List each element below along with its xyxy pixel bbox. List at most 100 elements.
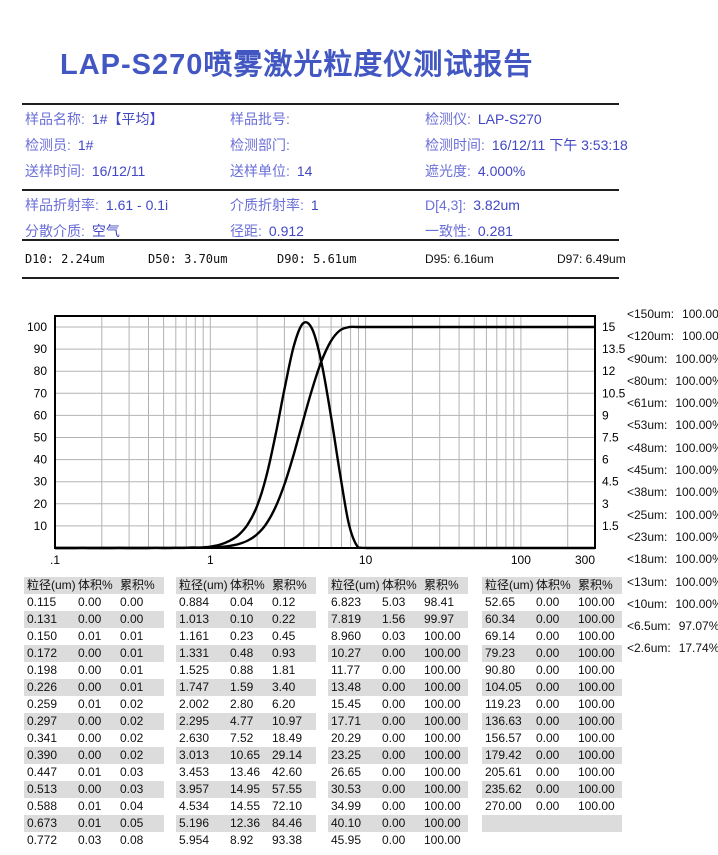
table-cell: 79.23 <box>482 645 536 662</box>
table-cell: 0.02 <box>120 747 164 764</box>
table-cell: 205.61 <box>482 764 536 781</box>
table-cell: 0.00 <box>536 662 578 679</box>
percentile-value: 100.00% <box>675 530 718 544</box>
table-row <box>482 815 622 832</box>
table-row: 52.650.00100.00 <box>482 594 622 611</box>
table-cell: 100.00 <box>578 679 622 696</box>
table-cell: 100.00 <box>578 781 622 798</box>
table-cell: 235.62 <box>482 781 536 798</box>
table-row: 2.0022.806.20 <box>176 696 316 713</box>
right-axis-tick: 9 <box>602 408 609 422</box>
left-axis-tick: 40 <box>34 453 48 467</box>
table-cell: 0.03 <box>120 764 164 781</box>
table-cell: 14.55 <box>230 798 272 815</box>
table-row: 3.01310.6529.14 <box>176 747 316 764</box>
right-axis-tick: 12 <box>602 364 616 378</box>
table-cell: 100.00 <box>578 696 622 713</box>
table-cell: 0.00 <box>120 611 164 628</box>
table-cell: 13.46 <box>230 764 272 781</box>
table-group: 粒径(um)体积%累积%0.8840.040.121.0130.100.221.… <box>176 577 316 849</box>
table-cell <box>536 832 578 849</box>
percentile-value: 100.00% <box>675 597 718 611</box>
table-cell: 72.10 <box>272 798 316 815</box>
table-cell: 0.390 <box>24 747 78 764</box>
table-cell: 0.150 <box>24 628 78 645</box>
percentile-item: <120um:100.00% <box>627 325 718 347</box>
table-cell: 0.01 <box>78 628 120 645</box>
right-axis-tick: 6 <box>602 453 609 467</box>
right-axis-tick: 15 <box>602 320 616 334</box>
table-cell: 26.65 <box>328 764 382 781</box>
table-cell: 0.01 <box>78 798 120 815</box>
table-row: 0.5130.000.03 <box>24 781 164 798</box>
percentile-value: 100.00% <box>682 329 718 343</box>
table-cell: 100.00 <box>424 696 468 713</box>
x-axis-tick: 10 <box>359 553 373 567</box>
table-cell: 7.819 <box>328 611 382 628</box>
table-header-cell: 体积% <box>78 577 120 594</box>
table-row: 1.1610.230.45 <box>176 628 316 645</box>
table-cell: 40.10 <box>328 815 382 832</box>
table-header-row: 粒径(um)体积%累积% <box>176 577 316 594</box>
table-row: 20.290.00100.00 <box>328 730 468 747</box>
table-cell: 0.00 <box>78 662 120 679</box>
table-cell: 0.45 <box>272 628 316 645</box>
table-cell: 0.01 <box>78 696 120 713</box>
table-cell: 4.534 <box>176 798 230 815</box>
percentile-item: <80um:100.00% <box>627 370 718 392</box>
table-cell: 100.00 <box>578 713 622 730</box>
table-cell: 156.57 <box>482 730 536 747</box>
table-cell: 100.00 <box>424 730 468 747</box>
table-cell: 100.00 <box>424 645 468 662</box>
percentile-label: <45um: <box>627 463 667 477</box>
percentile-value: 100.00% <box>675 441 718 455</box>
particle-size-distribution-chart: 1020304050607080901001.534.567.5910.5121… <box>0 0 718 572</box>
table-row: 1.0130.100.22 <box>176 611 316 628</box>
table-cell: 0.00 <box>536 594 578 611</box>
table-cell: 0.01 <box>120 662 164 679</box>
table-cell: 18.49 <box>272 730 316 747</box>
table-cell: 0.588 <box>24 798 78 815</box>
x-axis-tick: .1 <box>50 553 60 567</box>
percentile-label: <48um: <box>627 441 667 455</box>
table-cell: 5.03 <box>382 594 424 611</box>
table-cell: 136.63 <box>482 713 536 730</box>
table-row: 0.2260.000.01 <box>24 679 164 696</box>
table-cell: 100.00 <box>578 594 622 611</box>
table-row: 90.800.00100.00 <box>482 662 622 679</box>
table-cell: 0.259 <box>24 696 78 713</box>
table-row: 26.650.00100.00 <box>328 764 468 781</box>
table-cell: 0.04 <box>120 798 164 815</box>
table-cell: 0.131 <box>24 611 78 628</box>
percentile-value: 100.00% <box>675 352 718 366</box>
table-row: 3.45313.4642.60 <box>176 764 316 781</box>
table-cell: 29.14 <box>272 747 316 764</box>
percentile-value: 100.00% <box>675 575 718 589</box>
table-row: 0.3900.000.02 <box>24 747 164 764</box>
table-cell: 100.00 <box>578 730 622 747</box>
percentile-label: <25um: <box>627 508 667 522</box>
table-row: 11.770.00100.00 <box>328 662 468 679</box>
table-cell: 99.97 <box>424 611 468 628</box>
table-cell: 0.513 <box>24 781 78 798</box>
percentile-label: <53um: <box>627 418 667 432</box>
table-cell: 100.00 <box>424 832 468 849</box>
x-axis-tick: 300 <box>575 553 595 567</box>
table-cell: 100.00 <box>424 764 468 781</box>
percentile-value: 100.00% <box>682 307 718 321</box>
table-cell: 98.41 <box>424 594 468 611</box>
table-cell: 3.40 <box>272 679 316 696</box>
percentile-value: 100.00% <box>675 485 718 499</box>
table-row: 34.990.00100.00 <box>328 798 468 815</box>
table-cell: 52.65 <box>482 594 536 611</box>
table-header-cell: 体积% <box>536 577 578 594</box>
table-cell: 84.46 <box>272 815 316 832</box>
x-axis-tick: 1 <box>207 553 214 567</box>
table-cell: 4.77 <box>230 713 272 730</box>
table-row: 5.9548.9293.38 <box>176 832 316 849</box>
table-cell: 1.525 <box>176 662 230 679</box>
table-cell: 0.02 <box>120 730 164 747</box>
table-row: 2.2954.7710.97 <box>176 713 316 730</box>
table-cell: 0.447 <box>24 764 78 781</box>
table-group: 粒径(um)体积%累积%6.8235.0398.417.8191.5699.97… <box>328 577 468 849</box>
